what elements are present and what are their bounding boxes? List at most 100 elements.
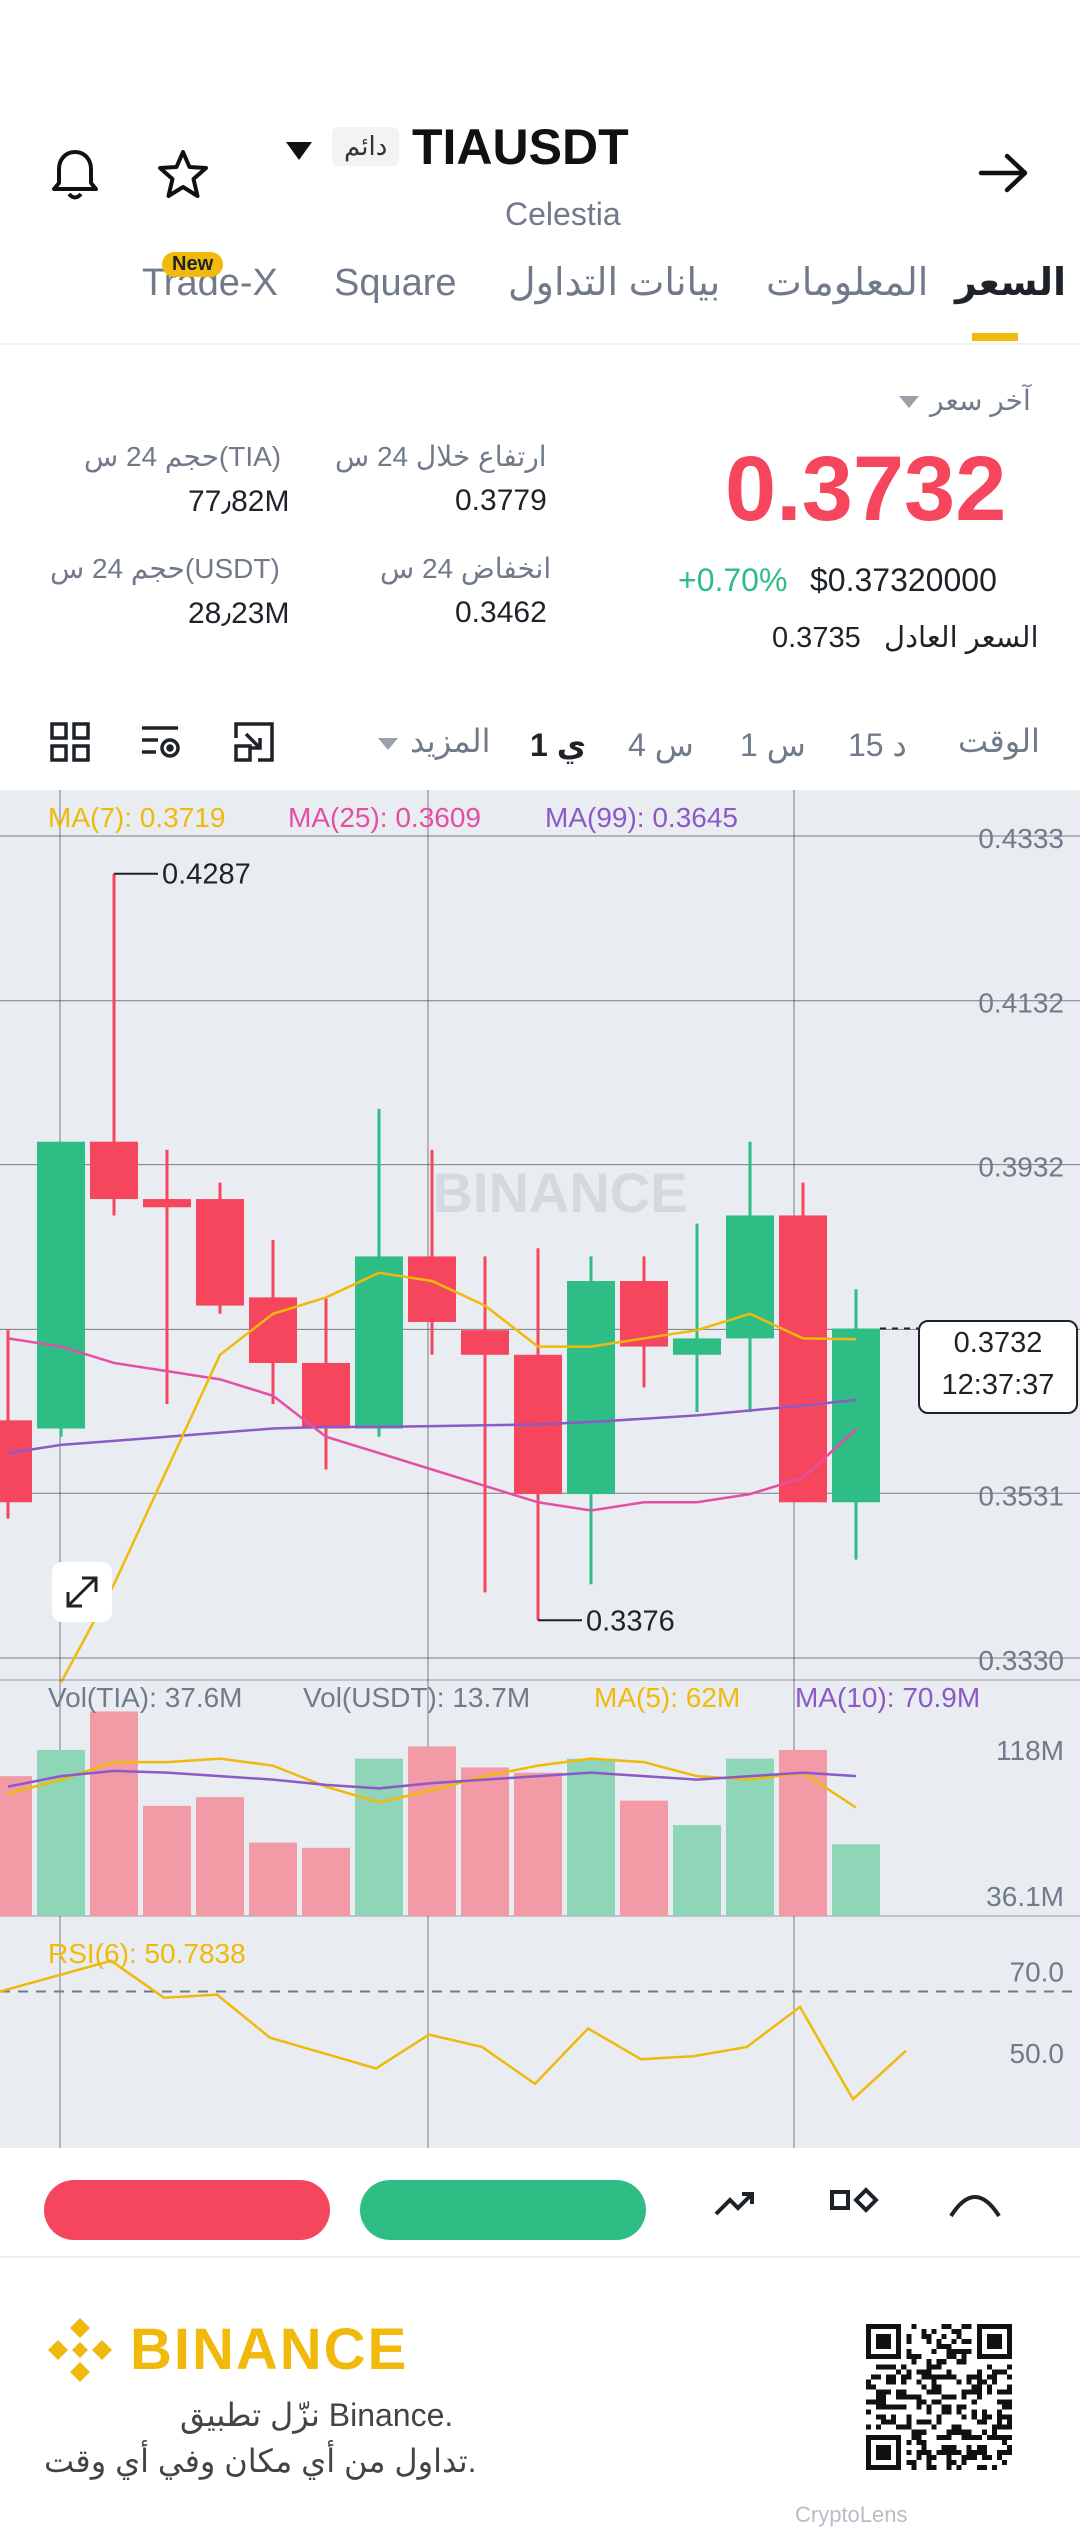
grid-layout-icon[interactable] xyxy=(48,720,92,764)
notification-bell-icon[interactable] xyxy=(40,145,110,205)
qr-module xyxy=(936,2344,942,2350)
header-divider xyxy=(0,343,1080,345)
alert-icon[interactable] xyxy=(945,2184,1005,2224)
qr-module xyxy=(876,2364,882,2370)
qr-module xyxy=(926,2459,932,2465)
timeframe-more[interactable]: المزيد xyxy=(410,722,491,760)
qr-module xyxy=(956,2464,962,2470)
qr-module xyxy=(886,2404,892,2410)
volume-axis-tick: 36.1M xyxy=(986,1881,1064,1912)
qr-module xyxy=(941,2434,947,2440)
price-axis-tick: 0.4132 xyxy=(978,988,1064,1019)
sell-button[interactable] xyxy=(44,2180,330,2240)
qr-module xyxy=(971,2449,977,2455)
qr-module xyxy=(901,2364,907,2370)
qr-module xyxy=(981,2414,987,2420)
timeframe-1d[interactable]: 1 ي xyxy=(530,726,586,764)
timeframe-1h[interactable]: 1 س xyxy=(740,726,806,764)
qr-module xyxy=(896,2389,902,2395)
qr-module xyxy=(991,2374,997,2380)
candle-body xyxy=(355,1256,403,1429)
candle-body xyxy=(143,1199,191,1208)
chart-expand-icon[interactable] xyxy=(52,1562,112,1622)
qr-module xyxy=(946,2324,952,2330)
qr-module xyxy=(916,2369,922,2375)
back-arrow-icon[interactable] xyxy=(975,150,1035,200)
indicator-settings-icon[interactable] xyxy=(138,720,184,764)
qr-module xyxy=(926,2389,932,2395)
qr-module xyxy=(956,2334,962,2340)
qr-module xyxy=(971,2414,977,2420)
qr-module xyxy=(921,2384,927,2390)
chart-area[interactable]: 0.43330.41320.39320.37310.35310.3330BINA… xyxy=(0,790,1080,2148)
qr-module xyxy=(876,2334,892,2350)
volume-bar xyxy=(514,1772,562,1916)
qr-module xyxy=(916,2449,922,2455)
qr-module xyxy=(931,2464,937,2470)
qr-module xyxy=(931,2389,937,2395)
qr-module xyxy=(951,2354,957,2360)
more-dropdown-icon[interactable] xyxy=(377,736,399,752)
symbol-dropdown-icon[interactable] xyxy=(284,140,314,162)
qr-module xyxy=(1001,2424,1007,2430)
symbol-title[interactable]: TIAUSDT xyxy=(412,118,629,176)
qr-module xyxy=(926,2364,932,2370)
buy-button[interactable] xyxy=(360,2180,646,2240)
qr-module xyxy=(986,2374,992,2380)
tab-trading-data[interactable]: بيانات التداول xyxy=(508,260,720,305)
qr-module xyxy=(941,2334,947,2340)
qr-module xyxy=(881,2414,887,2420)
more-tools-icon[interactable] xyxy=(828,2186,882,2222)
qr-module xyxy=(881,2364,887,2370)
qr-module xyxy=(866,2379,872,2385)
favorite-star-icon[interactable] xyxy=(148,145,218,205)
qr-module xyxy=(976,2379,982,2385)
tab-info[interactable]: المعلومات xyxy=(766,260,928,305)
qr-module xyxy=(881,2389,887,2395)
qr-code[interactable] xyxy=(866,2324,1012,2470)
volume-bar xyxy=(832,1844,880,1916)
tab-square[interactable]: Square xyxy=(334,262,457,305)
qr-module xyxy=(871,2399,877,2405)
qr-module xyxy=(866,2384,872,2390)
qr-module xyxy=(956,2359,962,2365)
timeframe-4h[interactable]: 4 س xyxy=(628,726,694,764)
qr-module xyxy=(941,2324,947,2330)
qr-module xyxy=(1006,2444,1012,2450)
qr-module xyxy=(946,2434,952,2440)
current-price-box: 0.3732 12:37:37 xyxy=(918,1320,1078,1414)
qr-module xyxy=(896,2394,902,2400)
qr-module xyxy=(941,2404,947,2410)
qr-module xyxy=(996,2369,1002,2375)
price-type-dropdown-icon[interactable] xyxy=(898,394,920,410)
qr-module xyxy=(986,2364,992,2370)
candle-countdown: 12:37:37 xyxy=(941,1369,1055,1401)
qr-module xyxy=(936,2419,942,2425)
ma99-line xyxy=(7,1398,857,1455)
qr-module xyxy=(941,2344,947,2350)
qr-module xyxy=(981,2419,987,2425)
active-tab-indicator xyxy=(972,333,1018,341)
qr-module xyxy=(966,2429,972,2435)
qr-module xyxy=(951,2329,957,2335)
candle-body xyxy=(0,1420,32,1503)
timeframe-time-label[interactable]: الوقت xyxy=(958,722,1040,760)
tab-price[interactable]: السعر xyxy=(955,260,1066,305)
qr-module xyxy=(931,2364,937,2370)
qr-module xyxy=(931,2379,937,2385)
qr-module xyxy=(976,2389,982,2395)
qr-module xyxy=(996,2449,1002,2455)
qr-module xyxy=(996,2454,1002,2460)
fullscreen-chart-icon[interactable] xyxy=(232,720,276,764)
qr-module xyxy=(926,2409,932,2415)
qr-module xyxy=(921,2369,927,2375)
share-icon[interactable] xyxy=(710,2184,758,2224)
price-type-label[interactable]: آخر سعر xyxy=(930,384,1031,417)
qr-module xyxy=(946,2354,952,2360)
watermark: CryptoLens xyxy=(795,2502,908,2527)
qr-module xyxy=(961,2324,967,2330)
qr-module xyxy=(966,2454,972,2460)
qr-module xyxy=(906,2334,912,2340)
volume-bar xyxy=(249,1842,297,1916)
timeframe-15m[interactable]: 15 د xyxy=(848,726,907,764)
